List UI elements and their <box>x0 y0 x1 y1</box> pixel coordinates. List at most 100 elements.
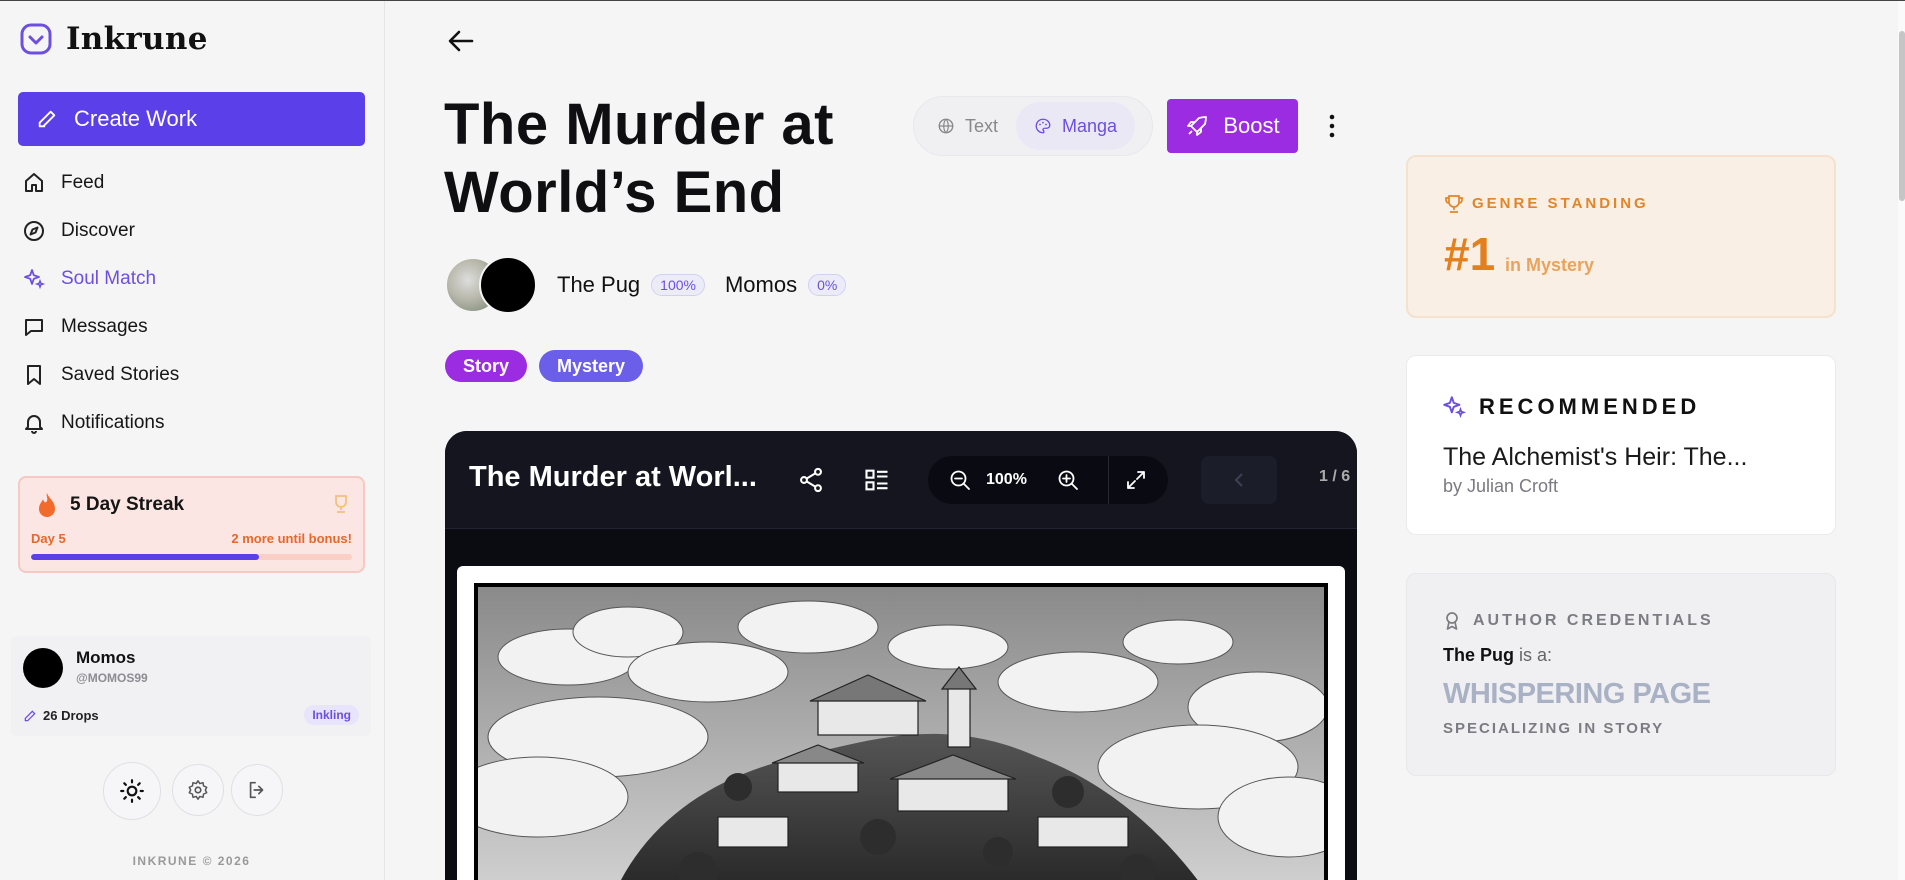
zoom-out-icon[interactable] <box>948 468 972 492</box>
credentials-specialty: SPECIALIZING IN STORY <box>1443 720 1665 737</box>
sidebar-item-label: Soul Match <box>61 268 157 289</box>
bell-icon <box>25 415 43 434</box>
sidebar-item-saved-stories[interactable]: Saved Stories <box>22 351 362 399</box>
mode-text-button[interactable]: Text <box>919 102 1016 150</box>
manga-panel-image <box>478 587 1324 880</box>
sparkles-icon <box>24 269 46 290</box>
sidebar-nav: Feed Discover Soul Match Messages Saved … <box>22 159 362 447</box>
logo-icon <box>20 23 52 55</box>
tag-mystery[interactable]: Mystery <box>539 350 644 382</box>
author-name[interactable]: Momos <box>725 272 797 298</box>
scrollbar-thumb[interactable] <box>1899 31 1905 201</box>
user-handle: @MOMOS99 <box>76 671 148 685</box>
sparkles-icon <box>1443 396 1467 419</box>
sidebar-item-label: Discover <box>61 220 135 241</box>
author-share-badge: 0% <box>808 274 847 296</box>
chapters-list-icon[interactable] <box>863 466 891 494</box>
logo[interactable]: Inkrune <box>20 21 208 57</box>
author-name[interactable]: The Pug <box>557 272 640 298</box>
zoom-level: 100% <box>986 471 1027 488</box>
mode-label: Text <box>965 115 999 136</box>
user-drops: 26 Drops <box>23 708 99 723</box>
sidebar-item-label: Messages <box>61 316 148 337</box>
recommended-label: RECOMMENDED <box>1479 394 1701 419</box>
gear-icon <box>188 780 208 800</box>
author-list: The Pug 100% Momos 0% <box>445 256 847 314</box>
award-icon <box>1446 612 1458 630</box>
mode-toggle: Text Manga <box>913 96 1153 156</box>
chevron-left-icon <box>1234 473 1243 487</box>
zoom-in-icon[interactable] <box>1056 468 1080 492</box>
mode-manga-button[interactable]: Manga <box>1016 102 1136 150</box>
rocket-icon <box>1187 116 1208 136</box>
sidebar-item-notifications[interactable]: Notifications <box>22 399 362 447</box>
create-work-label: Create Work <box>74 106 198 131</box>
work-title: The Murder at World’s End <box>444 92 834 225</box>
author-credentials-card: AUTHOR CREDENTIALS The Pug is a: WHISPER… <box>1406 573 1836 776</box>
manga-panel <box>474 583 1328 880</box>
sun-icon <box>120 779 144 803</box>
divider <box>1108 456 1109 504</box>
credentials-line: The Pug is a: <box>1443 645 1552 666</box>
fullscreen-icon[interactable] <box>1124 468 1148 492</box>
logout-button[interactable] <box>231 764 283 816</box>
sidebar-item-label: Saved Stories <box>61 364 180 385</box>
home-icon <box>25 173 43 192</box>
genre-name: in Mystery <box>1505 255 1595 275</box>
genre-standing-card: GENRE STANDING #1 in Mystery <box>1406 155 1836 318</box>
footer-copyright: INKRUNE © 2026 <box>132 854 251 868</box>
palette-icon <box>1035 118 1051 134</box>
streak-progress-fill <box>31 554 259 560</box>
credentials-rank: WHISPERING PAGE <box>1443 678 1711 710</box>
streak-bonus: 2 more until bonus! <box>231 531 352 546</box>
sidebar-item-label: Notifications <box>61 412 165 433</box>
streak-day: Day 5 <box>31 531 66 546</box>
boost-label: Boost <box>1223 113 1280 138</box>
credentials-author: The Pug <box>1443 645 1514 665</box>
reader-toolbar: The Murder at Worl... 100% 1 / 6 <box>445 431 1357 529</box>
genre-standing-label: GENRE STANDING <box>1472 195 1649 212</box>
sidebar-item-discover[interactable]: Discover <box>22 207 362 255</box>
trophy-icon <box>335 495 347 513</box>
user-rank-badge: Inkling <box>304 705 359 725</box>
app-name: Inkrune <box>66 21 208 57</box>
theme-toggle-button[interactable] <box>103 762 161 820</box>
sidebar-item-messages[interactable]: Messages <box>22 303 362 351</box>
tag-story[interactable]: Story <box>445 350 528 382</box>
tag-list: Story Mystery <box>445 350 644 382</box>
recommended-title[interactable]: The Alchemist's Heir: The... <box>1443 443 1747 472</box>
recommended-card[interactable]: RECOMMENDED The Alchemist's Heir: The...… <box>1406 355 1836 535</box>
back-arrow-icon[interactable] <box>446 26 476 56</box>
user-drops-label: 26 Drops <box>43 708 99 723</box>
prev-page-button[interactable] <box>1201 456 1277 504</box>
pencil-icon <box>24 709 36 721</box>
manga-reader: The Murder at Worl... 100% 1 / 6 <box>445 431 1357 880</box>
reader-title: The Murder at Worl... <box>469 461 757 493</box>
author-credentials-label: AUTHOR CREDENTIALS <box>1473 612 1714 629</box>
sidebar-item-soul-match[interactable]: Soul Match <box>22 255 362 303</box>
user-card[interactable]: Momos @MOMOS99 26 Drops Inkling <box>11 636 371 736</box>
globe-icon <box>938 118 954 134</box>
genre-rank: #1 <box>1444 228 1496 280</box>
bookmark-icon <box>27 365 41 385</box>
create-work-button[interactable]: Create Work <box>18 92 365 146</box>
manga-page <box>457 566 1345 880</box>
credentials-is-a: is a: <box>1514 645 1553 665</box>
more-options-icon[interactable] <box>1322 111 1342 141</box>
share-icon[interactable] <box>797 466 825 494</box>
zoom-controls: 100% <box>928 456 1168 504</box>
streak-card: 5 Day Streak Day 5 2 more until bonus! <box>18 476 365 573</box>
streak-progress-bar <box>31 554 352 560</box>
flame-icon <box>39 493 55 517</box>
avatar[interactable] <box>479 256 537 314</box>
boost-button[interactable]: Boost <box>1167 99 1298 153</box>
sidebar-item-label: Feed <box>61 172 105 193</box>
avatar <box>23 648 63 688</box>
streak-title: 5 Day Streak <box>70 494 185 515</box>
message-icon <box>25 319 43 336</box>
sidebar-item-feed[interactable]: Feed <box>22 159 362 207</box>
page-indicator: 1 / 6 <box>1319 468 1351 485</box>
settings-button[interactable] <box>172 764 224 816</box>
pencil-icon <box>38 110 56 128</box>
trophy-icon <box>1445 195 1463 213</box>
